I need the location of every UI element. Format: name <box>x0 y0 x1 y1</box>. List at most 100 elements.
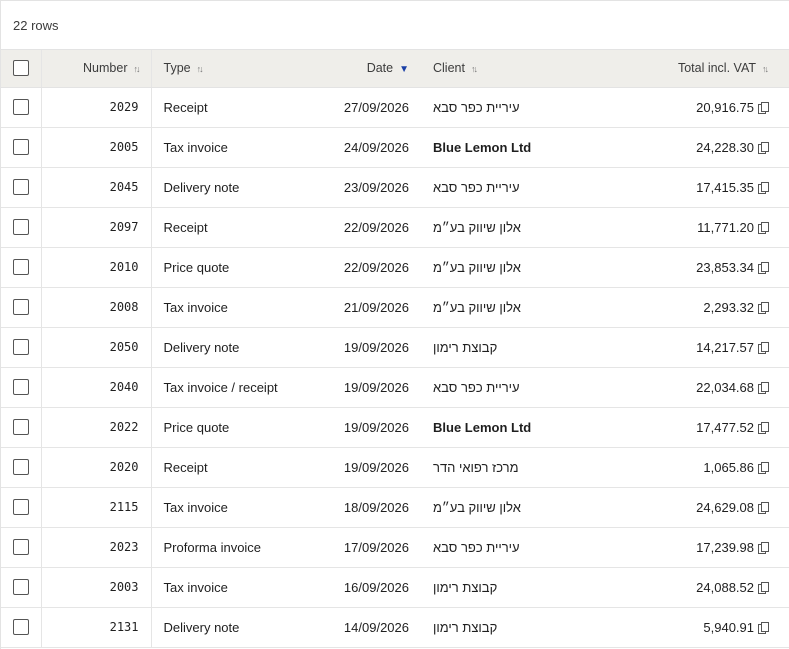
cell-total: 24,629.08 <box>611 487 789 527</box>
cell-client: אלון שיווק בע״מ <box>433 259 521 275</box>
cell-client: Blue Lemon Ltd <box>433 139 532 155</box>
total-value: 11,771.20 <box>697 219 754 235</box>
cell-total: 11,771.20 <box>611 207 789 247</box>
total-value: 24,088.52 <box>696 579 754 595</box>
currency-shekel-icon <box>758 341 769 354</box>
cell-total: 5,940.91 <box>611 607 789 647</box>
table-row[interactable]: 2010 Price quote 22/09/2026 אלון שיווק בע״מ… <box>1 247 789 287</box>
table-row[interactable]: 2020 Receipt 19/09/2026 מרכז רפואי הדר 1,065… <box>1 447 789 487</box>
header-type-label: Type <box>163 61 191 76</box>
sort-icon: ↑↓ <box>133 64 141 75</box>
cell-client: אלון שיווק בע״מ <box>433 499 521 515</box>
cell-date: 16/09/2026 <box>343 579 409 595</box>
table-row[interactable]: 2050 Delivery note 19/09/2026 קבוצת רימון 14… <box>1 327 789 367</box>
cell-number: 2131 <box>41 607 152 647</box>
cell-type: Delivery note <box>163 179 240 195</box>
cell-client: עיריית כפר סבא <box>433 179 520 195</box>
row-checkbox[interactable] <box>12 579 29 596</box>
row-checkbox[interactable] <box>12 619 29 636</box>
sort-descending-icon: ▼ <box>399 64 409 76</box>
header-type[interactable]: Type ↑↓ <box>151 50 299 88</box>
table-row[interactable]: 2029 Receipt 27/09/2026 עיריית כפר סבא 20,91… <box>1 87 789 127</box>
row-select-cell <box>1 567 42 607</box>
row-select-cell <box>1 527 42 567</box>
row-checkbox[interactable] <box>12 459 29 476</box>
cell-number: 2040 <box>41 367 152 407</box>
cell-date: 14/09/2026 <box>343 619 409 635</box>
currency-shekel-icon <box>758 541 769 554</box>
header-client[interactable]: Client ↑↓ <box>421 50 611 88</box>
row-select-cell <box>1 127 42 167</box>
cell-number: 2005 <box>41 127 152 167</box>
row-select-cell <box>1 447 42 487</box>
row-checkbox[interactable] <box>12 179 29 196</box>
currency-shekel-icon <box>758 461 769 474</box>
cell-type: Tax invoice <box>163 139 228 155</box>
cell-date: 22/09/2026 <box>343 219 409 235</box>
total-value: 17,239.98 <box>696 539 754 555</box>
currency-shekel-icon <box>758 501 769 514</box>
cell-date: 19/09/2026 <box>343 379 409 395</box>
row-checkbox[interactable] <box>12 299 29 316</box>
header-total[interactable]: Total incl. VAT ↑↓ <box>611 50 789 88</box>
cell-total: 17,477.52 <box>611 407 789 447</box>
cell-date: 22/09/2026 <box>343 259 409 275</box>
total-value: 24,629.08 <box>696 499 754 515</box>
row-checkbox[interactable] <box>12 379 29 396</box>
table-row[interactable]: 2040 Tax invoice / receipt 19/09/2026 עיריי… <box>1 367 789 407</box>
currency-shekel-icon <box>758 261 769 274</box>
cell-client: קבוצת רימון <box>433 619 498 635</box>
cell-client: אלון שיווק בע״מ <box>433 299 521 315</box>
row-checkbox[interactable] <box>12 419 29 436</box>
table-row[interactable]: 2115 Tax invoice 18/09/2026 אלון שיווק בע״מ… <box>1 487 789 527</box>
sort-icon: ↑↓ <box>196 64 204 75</box>
currency-shekel-icon <box>758 141 769 154</box>
row-select-cell <box>1 407 42 447</box>
cell-client: מרכז רפואי הדר <box>433 459 519 475</box>
cell-total: 23,853.34 <box>611 247 789 287</box>
cell-total: 17,415.35 <box>611 167 789 207</box>
cell-type: Tax invoice <box>163 299 228 315</box>
cell-number: 2023 <box>41 527 152 567</box>
select-all-checkbox[interactable] <box>12 60 29 77</box>
table-row[interactable]: 2131 Delivery note 14/09/2026 קבוצת רימון 5,… <box>1 607 789 647</box>
row-checkbox[interactable] <box>12 539 29 556</box>
table-row[interactable]: 2022 Price quote 19/09/2026 Blue Lemon Ltd 1… <box>1 407 789 447</box>
cell-total: 14,217.57 <box>611 327 789 367</box>
cell-number: 2050 <box>41 327 152 367</box>
table-row[interactable]: 2005 Tax invoice 24/09/2026 Blue Lemon Ltd 2… <box>1 127 789 167</box>
table-row[interactable]: 2097 Receipt 22/09/2026 אלון שיווק בע״מ 11,7… <box>1 207 789 247</box>
total-value: 1,065.86 <box>703 459 754 475</box>
currency-shekel-icon <box>758 581 769 594</box>
cell-total: 2,293.32 <box>611 287 789 327</box>
header-date[interactable]: Date ▼ <box>299 50 421 88</box>
row-checkbox[interactable] <box>12 99 29 116</box>
cell-type: Receipt <box>163 219 208 235</box>
total-value: 5,940.91 <box>703 619 754 635</box>
currency-shekel-icon <box>758 181 769 194</box>
header-client-label: Client <box>433 61 465 76</box>
cell-number: 2045 <box>41 167 152 207</box>
currency-shekel-icon <box>758 101 769 114</box>
row-checkbox[interactable] <box>12 139 29 156</box>
table-row[interactable]: 2045 Delivery note 23/09/2026 עיריית כפר סב… <box>1 167 789 207</box>
header-date-label: Date <box>366 61 394 76</box>
cell-number: 2029 <box>41 87 152 127</box>
row-checkbox[interactable] <box>12 499 29 516</box>
header-number[interactable]: Number ↑↓ <box>41 50 152 88</box>
cell-type: Tax invoice / receipt <box>163 379 278 395</box>
row-checkbox[interactable] <box>12 259 29 276</box>
row-checkbox[interactable] <box>12 339 29 356</box>
currency-shekel-icon <box>758 381 769 394</box>
row-checkbox[interactable] <box>12 219 29 236</box>
cell-client: Blue Lemon Ltd <box>433 419 532 435</box>
cell-client: עיריית כפר סבא <box>433 539 520 555</box>
cell-type: Receipt <box>163 459 208 475</box>
total-value: 20,916.75 <box>696 99 754 115</box>
table-row[interactable]: 2008 Tax invoice 21/09/2026 אלון שיווק בע״מ… <box>1 287 789 327</box>
header-select-all-cell <box>1 50 42 88</box>
cell-type: Proforma invoice <box>163 539 262 555</box>
table-row[interactable]: 2023 Proforma invoice 17/09/2026 עיריית כפר… <box>1 527 789 567</box>
total-value: 23,853.34 <box>696 259 754 275</box>
table-row[interactable]: 2003 Tax invoice 16/09/2026 קבוצת רימון 24,0… <box>1 567 789 607</box>
